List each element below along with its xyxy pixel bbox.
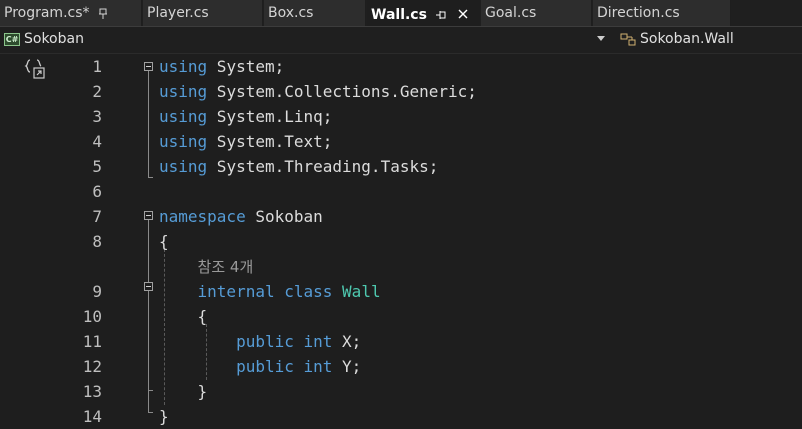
- outline-guide: [148, 390, 153, 391]
- pin-icon[interactable]: [98, 0, 108, 26]
- outline-guide: [148, 177, 153, 178]
- code-token: X;: [332, 332, 362, 351]
- line-number: 3: [92, 107, 102, 126]
- code-line: }: [159, 379, 208, 404]
- tab-program-cs[interactable]: Program.cs*: [0, 0, 142, 26]
- keyword-token: int: [303, 357, 333, 376]
- line-number: 1: [92, 57, 102, 76]
- code-area[interactable]: using System; using System.Collections.Ge…: [159, 54, 799, 426]
- csharp-project-icon: C#: [4, 33, 20, 46]
- code-line: public int Y;: [159, 354, 361, 379]
- keyword-token: public: [236, 332, 294, 351]
- code-token: Sokoban: [245, 207, 323, 226]
- tab-player-cs[interactable]: Player.cs: [143, 0, 263, 26]
- keyword-token: class: [284, 282, 333, 301]
- class-name-token: Wall: [342, 282, 381, 301]
- code-editor[interactable]: 1 2 3 4 5 6 7 8 9 10 11 12 13 14 using System; using S…: [0, 54, 802, 426]
- codelens-references[interactable]: 참조 4개: [159, 254, 254, 279]
- close-icon[interactable]: [457, 2, 469, 26]
- tab-label: Goal.cs: [485, 5, 537, 21]
- keyword-token: using: [159, 157, 208, 176]
- line-number: 5: [92, 157, 102, 176]
- keyword-token: internal: [197, 282, 275, 301]
- tab-direction-cs[interactable]: Direction.cs: [593, 0, 731, 26]
- scope-icon[interactable]: [24, 58, 48, 82]
- outline-guide: [148, 291, 149, 391]
- code-line: using System.Text;: [159, 129, 332, 154]
- line-number: 10: [82, 307, 102, 326]
- code-line: using System.Collections.Generic;: [159, 79, 477, 104]
- line-number: 7: [92, 207, 102, 226]
- keyword-token: using: [159, 82, 208, 101]
- line-number: 9: [92, 282, 102, 301]
- line-number: 6: [92, 182, 102, 201]
- code-line: {: [159, 229, 169, 254]
- line-number: 2: [92, 82, 102, 101]
- keyword-token: int: [303, 332, 333, 351]
- code-token: {: [159, 232, 169, 251]
- member-dropdown[interactable]: Sokoban.Wall: [618, 27, 802, 53]
- code-token: {: [159, 307, 208, 326]
- document-tab-strip: Program.cs* Player.cs Box.cs Wall.cs Goa…: [0, 0, 802, 27]
- code-token: }: [159, 407, 169, 426]
- code-line: public int X;: [159, 329, 361, 354]
- tab-label: Wall.cs: [371, 7, 427, 23]
- line-number: 4: [92, 132, 102, 151]
- code-token: Y;: [332, 357, 362, 376]
- tab-wall-cs[interactable]: Wall.cs: [367, 0, 480, 26]
- code-line: using System.Threading.Tasks;: [159, 154, 438, 179]
- tab-label: Player.cs: [147, 5, 209, 21]
- navigation-bar: C# Sokoban Sokoban.Wall: [0, 27, 802, 54]
- indicator-margin: [0, 54, 20, 423]
- collapse-icon[interactable]: [144, 282, 153, 291]
- pin-icon[interactable]: [435, 2, 447, 26]
- outline-guide: [148, 71, 149, 178]
- line-number: 13: [82, 382, 102, 401]
- code-line: }: [159, 404, 169, 429]
- collapse-icon[interactable]: [144, 62, 153, 71]
- member-label: Sokoban.Wall: [640, 31, 734, 47]
- code-line: using System.Linq;: [159, 104, 332, 129]
- outline-guide: [148, 412, 153, 413]
- class-icon: [620, 32, 638, 48]
- tab-label: Direction.cs: [597, 5, 680, 21]
- tab-goal-cs[interactable]: Goal.cs: [481, 0, 592, 26]
- code-line: namespace Sokoban: [159, 204, 323, 229]
- tab-label: Box.cs: [268, 5, 314, 21]
- codelens-label[interactable]: 참조 4개: [198, 258, 254, 276]
- code-token: }: [159, 382, 208, 401]
- tab-label: Program.cs*: [4, 5, 90, 21]
- keyword-token: using: [159, 132, 208, 151]
- code-token: System.Text;: [207, 132, 333, 151]
- line-number: 12: [82, 357, 102, 376]
- code-token: System;: [207, 57, 285, 76]
- code-token: System.Collections.Generic;: [207, 82, 477, 101]
- keyword-token: using: [159, 57, 208, 76]
- line-number: 11: [82, 332, 102, 351]
- code-line: using System;: [159, 54, 284, 79]
- keyword-token: using: [159, 107, 208, 126]
- code-token: System.Linq;: [207, 107, 333, 126]
- project-dropdown[interactable]: C# Sokoban: [0, 27, 612, 53]
- code-token: System.Threading.Tasks;: [207, 157, 439, 176]
- line-number: [56, 254, 102, 279]
- tab-box-cs[interactable]: Box.cs: [264, 0, 366, 26]
- line-number: 14: [82, 407, 102, 426]
- code-line: internal class Wall: [159, 279, 381, 304]
- collapse-icon[interactable]: [144, 211, 153, 220]
- code-line: {: [159, 304, 208, 329]
- project-label: Sokoban: [24, 31, 84, 47]
- keyword-token: public: [236, 357, 294, 376]
- chevron-down-icon[interactable]: [597, 36, 605, 41]
- line-number: 8: [92, 232, 102, 251]
- keyword-token: namespace: [159, 207, 246, 226]
